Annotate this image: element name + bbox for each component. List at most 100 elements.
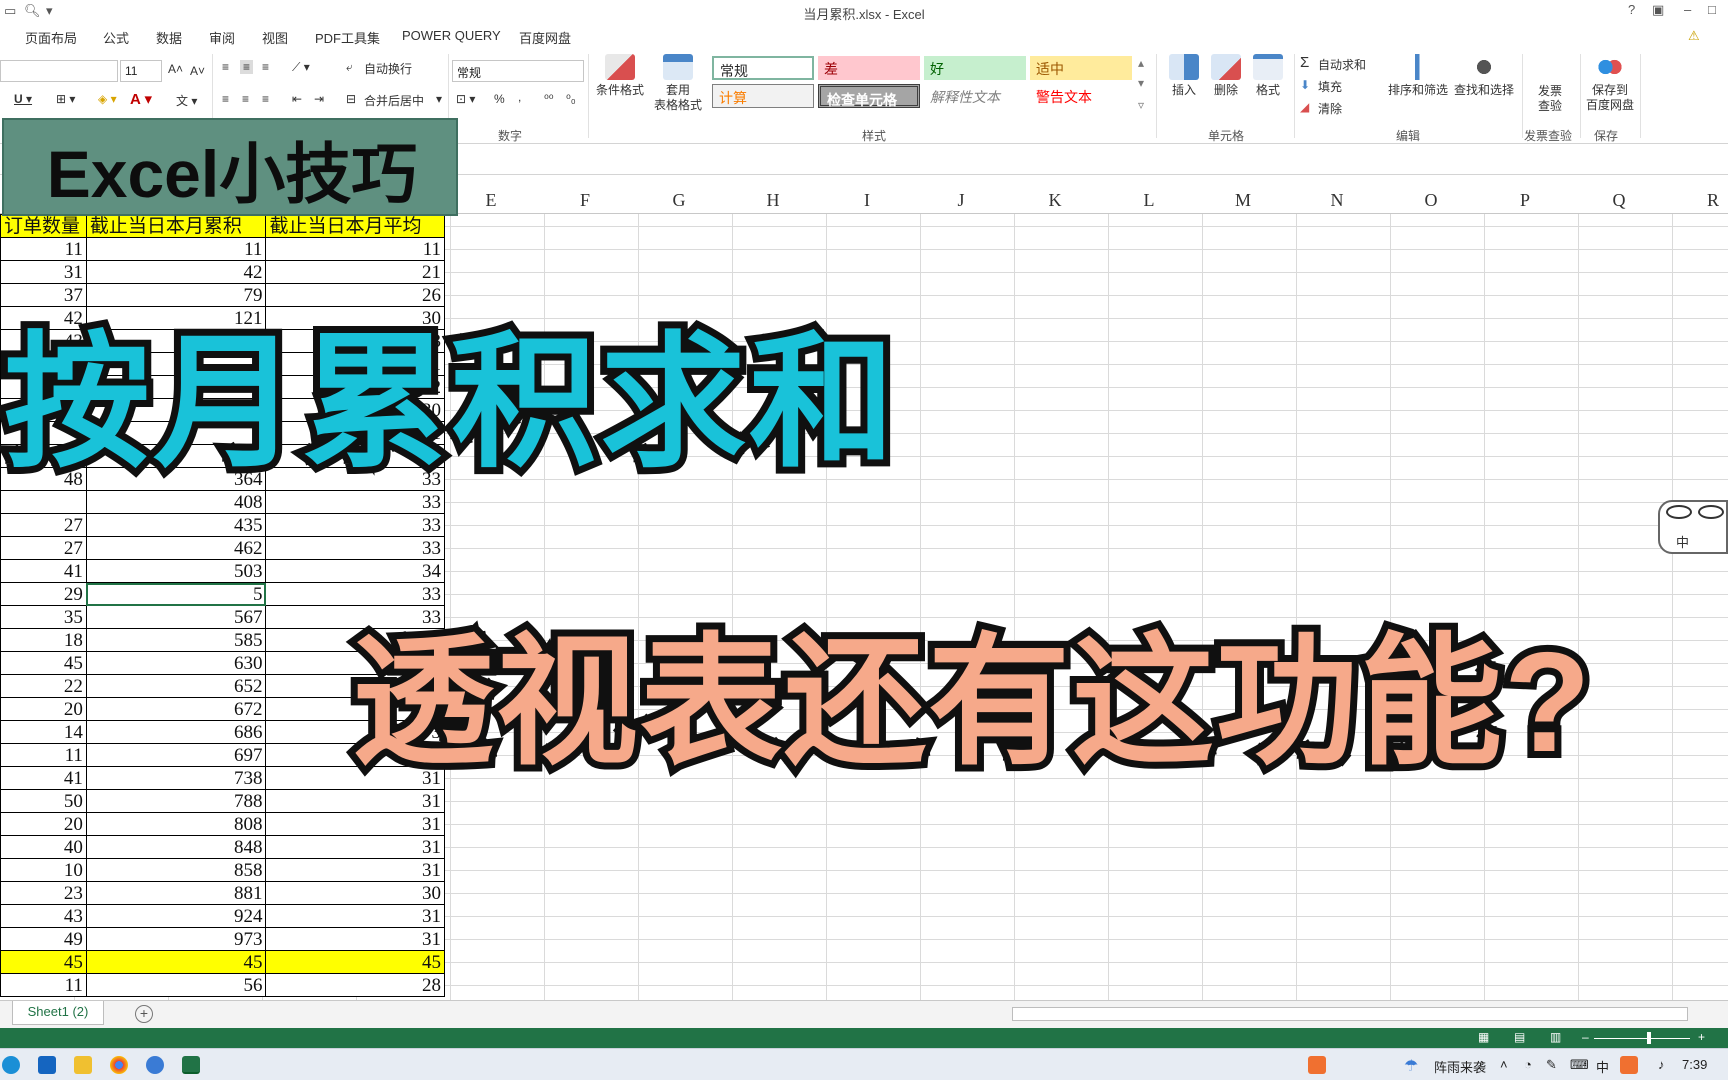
chevron-down-icon[interactable]: ▾ xyxy=(436,92,442,106)
tab-baidu-netdisk[interactable]: 百度网盘 xyxy=(519,28,571,47)
zoom-in-button[interactable]: + xyxy=(1698,1030,1705,1044)
browser-icon[interactable] xyxy=(146,1056,164,1074)
table-cell[interactable]: 11 xyxy=(0,237,87,261)
table-cell[interactable]: 22 xyxy=(0,674,87,698)
table-cell[interactable]: 11 xyxy=(265,237,445,261)
table-cell[interactable]: 435 xyxy=(85,513,267,537)
align-top-icon[interactable]: ≡ xyxy=(222,60,229,74)
border-icon[interactable]: ⊞ ▾ xyxy=(56,92,75,106)
table-cell[interactable]: 56 xyxy=(85,973,267,997)
table-cell[interactable]: 40 xyxy=(0,835,87,859)
table-cell[interactable] xyxy=(0,490,87,514)
table-cell[interactable]: 43 xyxy=(0,904,87,928)
table-format-button[interactable]: 套用 表格格式 xyxy=(648,54,708,113)
autosum-button[interactable]: 自动求和 xyxy=(1318,56,1366,73)
taskbar-ime-label[interactable]: 中 xyxy=(1596,1057,1609,1076)
underline-icon[interactable]: U ▾ xyxy=(14,92,32,106)
delete-cells-button[interactable]: 删除 xyxy=(1206,54,1246,98)
table-cell[interactable]: 11 xyxy=(0,743,87,767)
accounting-format-icon[interactable]: ⊡ ▾ xyxy=(456,92,475,106)
insert-cells-button[interactable]: 插入 xyxy=(1164,54,1204,98)
style-calculation[interactable]: 计算 xyxy=(712,84,814,108)
tab-formulas[interactable]: 公式 xyxy=(103,28,129,47)
table-cell[interactable]: 652 xyxy=(85,674,267,698)
sheet-tab[interactable]: Sheet1 (2) xyxy=(12,1001,104,1025)
clear-button[interactable]: 清除 xyxy=(1318,100,1342,117)
page-break-view-icon[interactable]: ▥ xyxy=(1550,1030,1561,1044)
styles-scroll-down-icon[interactable]: ▾ xyxy=(1138,76,1144,90)
table-cell[interactable]: 31 xyxy=(0,260,87,284)
merge-center-button[interactable]: 合并后居中 xyxy=(364,92,424,109)
table-cell[interactable]: 31 xyxy=(265,904,445,928)
help-button[interactable]: ? xyxy=(1628,2,1635,17)
align-right-icon[interactable]: ≡ xyxy=(262,92,269,106)
table-cell[interactable]: 630 xyxy=(85,651,267,675)
find-select-button[interactable]: 查找和选择 xyxy=(1452,54,1516,98)
autosum-icon[interactable]: Σ xyxy=(1300,54,1309,71)
weather-text[interactable]: 阵雨来袭 xyxy=(1434,1057,1486,1076)
table-cell[interactable]: 848 xyxy=(85,835,267,859)
table-cell[interactable]: 42 xyxy=(85,260,267,284)
tab-review[interactable]: 审阅 xyxy=(209,28,235,47)
wrap-text-button[interactable]: 自动换行 xyxy=(364,60,412,77)
font-name-box[interactable] xyxy=(0,60,118,82)
fill-icon[interactable]: ⬇ xyxy=(1300,78,1310,92)
table-cell[interactable]: 31 xyxy=(265,927,445,951)
column-header[interactable]: F xyxy=(538,190,632,211)
table-cell[interactable]: 21 xyxy=(265,260,445,284)
align-left-icon[interactable]: ≡ xyxy=(222,92,229,106)
conditional-format-button[interactable]: 条件格式 xyxy=(592,54,648,98)
table-cell[interactable]: 672 xyxy=(85,697,267,721)
table-cell[interactable]: 11 xyxy=(85,237,267,261)
weather-icon[interactable]: ☂ xyxy=(1404,1056,1422,1075)
table-cell[interactable]: 41 xyxy=(0,559,87,583)
table-cell[interactable]: 808 xyxy=(85,812,267,836)
table-cell[interactable]: 31 xyxy=(265,789,445,813)
table-cell[interactable]: 34 xyxy=(265,559,445,583)
column-header[interactable]: P xyxy=(1478,190,1572,211)
style-check-cell[interactable]: 检查单元格 xyxy=(818,84,920,108)
table-cell[interactable]: 503 xyxy=(85,559,267,583)
save-baidu-button[interactable]: 保存到 百度网盘 xyxy=(1582,54,1638,113)
table-cell[interactable]: 49 xyxy=(0,927,87,951)
table-cell[interactable]: 41 xyxy=(0,766,87,790)
chrome-icon[interactable] xyxy=(110,1056,128,1074)
column-header[interactable]: R xyxy=(1666,190,1728,211)
column-header[interactable]: O xyxy=(1384,190,1478,211)
ime-floating-widget[interactable]: 中 xyxy=(1658,500,1728,554)
merge-center-icon[interactable]: ⊟ xyxy=(346,92,356,106)
decrease-indent-icon[interactable]: ⇤ xyxy=(292,92,302,106)
start-icon[interactable] xyxy=(2,1056,20,1074)
table-cell[interactable]: 462 xyxy=(85,536,267,560)
style-good[interactable]: 好 xyxy=(924,56,1026,80)
tab-data[interactable]: 数据 xyxy=(156,28,182,47)
table-cell[interactable]: 20 xyxy=(0,812,87,836)
table-cell[interactable]: 33 xyxy=(265,536,445,560)
table-cell[interactable]: 697 xyxy=(85,743,267,767)
table-cell[interactable]: 14 xyxy=(0,720,87,744)
style-explanatory[interactable]: 解释性文本 xyxy=(924,84,1026,108)
table-cell[interactable]: 79 xyxy=(85,283,267,307)
align-middle-icon[interactable]: ≡ xyxy=(240,60,254,74)
horizontal-scrollbar[interactable] xyxy=(1012,1007,1688,1021)
network-icon[interactable]: ◔ xyxy=(1524,1057,1532,1072)
zoom-slider-thumb[interactable] xyxy=(1647,1032,1651,1044)
column-header[interactable]: M xyxy=(1196,190,1290,211)
column-header[interactable]: J xyxy=(914,190,1008,211)
table-cell[interactable]: 27 xyxy=(0,536,87,560)
table-cell[interactable]: 33 xyxy=(265,582,445,606)
table-cell[interactable]: 10 xyxy=(0,858,87,882)
table-cell[interactable]: 686 xyxy=(85,720,267,744)
grow-font-icon[interactable]: A˄ xyxy=(168,62,183,76)
chevron-up-icon[interactable]: ˄ xyxy=(1500,1057,1508,1072)
column-header[interactable]: G xyxy=(632,190,726,211)
maximize-button[interactable]: □ xyxy=(1708,2,1716,17)
fill-button[interactable]: 填充 xyxy=(1318,78,1342,95)
table-cell[interactable]: 33 xyxy=(265,513,445,537)
table-cell[interactable]: 35 xyxy=(0,605,87,629)
shrink-font-icon[interactable]: A˅ xyxy=(190,64,205,78)
percent-style-button[interactable]: % xyxy=(494,92,505,106)
tray-app-icon[interactable] xyxy=(1308,1056,1326,1074)
table-cell[interactable]: 28 xyxy=(265,973,445,997)
page-layout-view-icon[interactable]: ▤ xyxy=(1514,1030,1525,1044)
